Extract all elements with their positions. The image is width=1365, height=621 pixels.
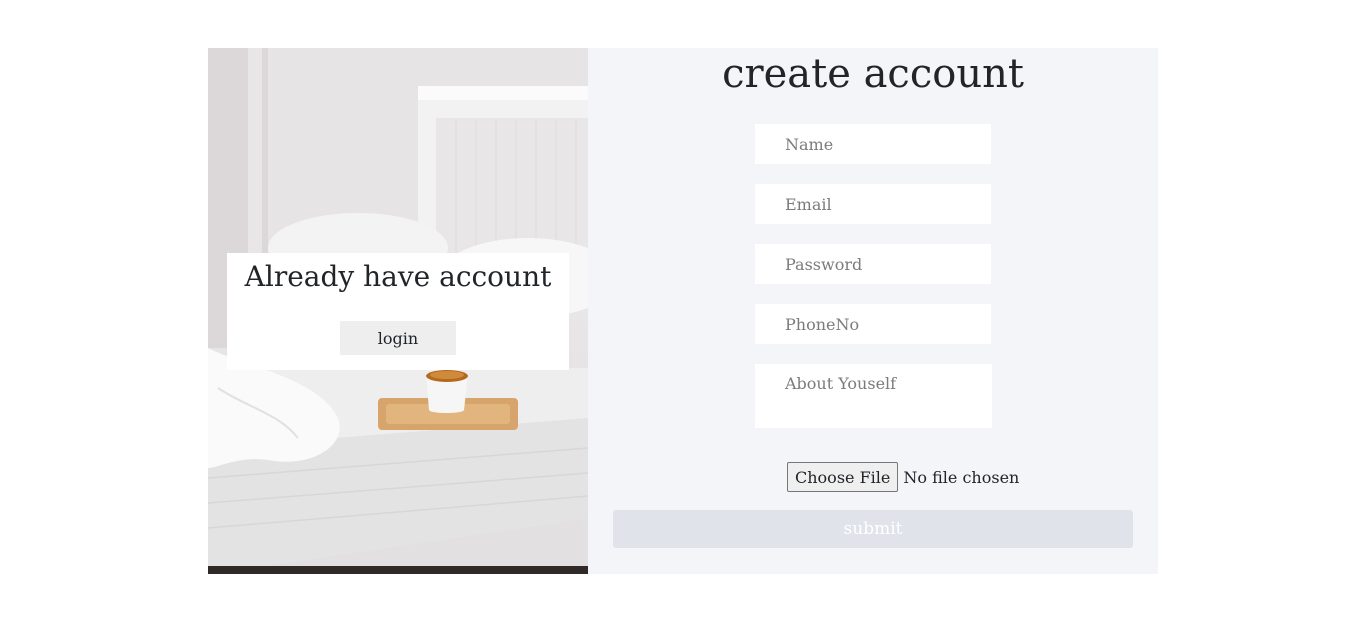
phone-input[interactable]	[755, 304, 991, 344]
password-input[interactable]	[755, 244, 991, 284]
about-textarea[interactable]	[755, 364, 992, 428]
signup-form: create account Choose File No file chose…	[588, 48, 1158, 574]
choose-file-button[interactable]: Choose File	[787, 462, 899, 492]
login-prompt-title: Already have account	[244, 260, 552, 293]
bedroom-photo: Already have account login	[208, 48, 588, 574]
submit-button[interactable]: submit	[613, 510, 1133, 548]
form-title: create account	[722, 51, 1024, 97]
signup-card: Already have account login create accoun…	[208, 48, 1158, 574]
file-upload: Choose File No file chosen	[787, 462, 1019, 492]
login-prompt-box: Already have account login	[227, 253, 569, 370]
login-button[interactable]: login	[340, 321, 456, 355]
email-input[interactable]	[755, 184, 991, 224]
file-status-text: No file chosen	[903, 467, 1020, 487]
name-input[interactable]	[755, 124, 991, 164]
